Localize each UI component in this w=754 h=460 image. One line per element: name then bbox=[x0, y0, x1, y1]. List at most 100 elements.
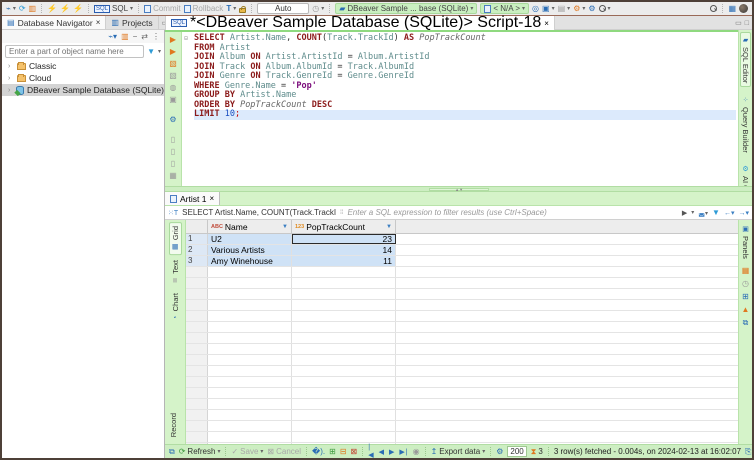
refresh-connections-icon[interactable]: ⟳ bbox=[19, 4, 26, 13]
export-data-button[interactable]: ↥Export data▾ bbox=[431, 447, 486, 456]
cell-name[interactable]: Various Artists bbox=[208, 245, 292, 255]
commit-mode-combo[interactable]: Auto bbox=[257, 3, 309, 14]
fetch-settings-icon[interactable]: ⚙ bbox=[496, 447, 503, 456]
save-button[interactable]: ✓Save▾ bbox=[231, 447, 263, 456]
editor-settings-icon[interactable]: ⚙ bbox=[169, 115, 176, 124]
delete-row-icon[interactable]: ⊠ bbox=[351, 447, 358, 456]
tab-grid[interactable]: ▦Grid bbox=[169, 222, 182, 255]
tab-query-builder[interactable]: ⁘Query Builder bbox=[741, 93, 750, 156]
tab-text[interactable]: ≣Text bbox=[170, 257, 181, 288]
active-connection-selector[interactable]: ▰DBeaver Sample ... base (SQLite)▾ bbox=[335, 3, 477, 14]
output-panel-icon[interactable]: ▣ bbox=[169, 95, 177, 104]
column-header-poptrackcount[interactable]: 123 PopTrackCount ▼ bbox=[292, 220, 396, 233]
perspective-icon[interactable]: ▦ bbox=[728, 4, 736, 13]
metadata-icon[interactable]: ◷ bbox=[742, 280, 749, 288]
tab-database-navigator[interactable]: ▤ Database Navigator × bbox=[2, 16, 106, 29]
connect-icon[interactable]: ⚡ bbox=[47, 4, 57, 13]
apply-filter-button[interactable]: ▶ bbox=[682, 209, 687, 217]
open-connection-icon[interactable]: ▥ bbox=[29, 4, 37, 13]
transaction-log-button[interactable]: ◷▾ bbox=[312, 4, 324, 13]
compare-button[interactable]: ▣▾ bbox=[542, 4, 555, 13]
expand-arrow-icon[interactable]: › bbox=[8, 63, 14, 70]
filter-history-dropdown[interactable]: ▾ bbox=[691, 209, 694, 216]
splitter-handle[interactable]: ▲▼ bbox=[429, 188, 489, 191]
table-row[interactable]: 3 Amy Winehouse 11 bbox=[186, 256, 738, 267]
cell-name[interactable]: U2 bbox=[208, 234, 292, 244]
print-button[interactable]: ▤▾ bbox=[558, 4, 571, 13]
rollback-button[interactable]: Rollback bbox=[184, 4, 224, 13]
disconnect-icon[interactable]: ⚡ bbox=[73, 4, 83, 13]
new-connection-button[interactable]: ⌁▾ bbox=[6, 4, 16, 13]
execute-multiple-icon[interactable]: ▧ bbox=[169, 71, 177, 80]
forward-arrow-icon[interactable]: →▾ bbox=[738, 209, 749, 217]
fetch-size-input[interactable]: 200 bbox=[507, 446, 526, 457]
cell-count[interactable]: 11 bbox=[292, 256, 396, 266]
tab-panels[interactable]: ▣Panels bbox=[741, 222, 750, 262]
first-row-button[interactable]: |◀ bbox=[368, 444, 374, 459]
commit-button[interactable]: Commit bbox=[144, 4, 181, 13]
tree-item-classic[interactable]: › Classic bbox=[2, 60, 164, 72]
status-detail-icon[interactable]: ⎘ bbox=[745, 447, 751, 456]
transaction-mode-button[interactable]: T▾ bbox=[226, 4, 236, 13]
execute-statement-icon[interactable]: ▶ bbox=[170, 35, 176, 44]
open-file-icon[interactable]: ▯ bbox=[171, 159, 175, 168]
schedule-button[interactable]: ⚙▾ bbox=[573, 4, 585, 13]
fetch-all-icon[interactable]: ◉ bbox=[413, 447, 420, 456]
filter-settings-icon[interactable]: ▼ bbox=[712, 208, 720, 217]
filter-input[interactable]: Enter a SQL expression to filter results… bbox=[347, 208, 677, 217]
last-row-button[interactable]: ▶| bbox=[399, 448, 408, 456]
aggregate-icon[interactable]: ▲ bbox=[742, 306, 750, 314]
column-header-name[interactable]: ABC Name ▼ bbox=[208, 220, 292, 233]
sql-code-area[interactable]: ⊟ SELECT Artist.Name, COUNT(Track.TrackI… bbox=[182, 32, 738, 186]
view-menu-icon[interactable]: ⋮ bbox=[152, 32, 160, 41]
new-connection-icon[interactable]: ⌁▾ bbox=[108, 32, 117, 41]
tab-projects[interactable]: ▥ Projects bbox=[106, 16, 158, 29]
tree-item-cloud[interactable]: › Cloud bbox=[2, 72, 164, 84]
reconnect-icon[interactable]: ⚡ bbox=[60, 4, 70, 13]
expand-arrow-icon[interactable]: › bbox=[8, 75, 14, 82]
cancel-button[interactable]: ⊠Cancel bbox=[267, 447, 301, 456]
object-filter-input[interactable] bbox=[5, 45, 144, 58]
quick-search-button[interactable]: ▾ bbox=[599, 5, 611, 12]
collapse-all-icon[interactable]: − bbox=[133, 32, 138, 41]
sql-editor-button[interactable]: SQLSQL▾ bbox=[94, 4, 133, 13]
segment-indicator[interactable]: ⧗3 bbox=[531, 447, 543, 456]
execute-script-icon[interactable]: ▧ bbox=[169, 59, 177, 68]
cell-name[interactable]: Amy Winehouse bbox=[208, 256, 292, 266]
active-schema-selector[interactable]: < N/A >▾ bbox=[480, 3, 529, 14]
add-row-icon[interactable]: ⊞ bbox=[329, 447, 336, 456]
global-search-icon[interactable] bbox=[710, 5, 717, 12]
explain-plan-icon[interactable]: ◍ bbox=[170, 83, 177, 92]
cell-count-focused[interactable]: 23 bbox=[292, 234, 396, 244]
copy-row-icon[interactable]: ⊟ bbox=[340, 447, 347, 456]
user-avatar[interactable] bbox=[739, 4, 748, 13]
sort-dropdown-icon[interactable]: ▼ bbox=[386, 224, 392, 230]
panel-toggle-icon[interactable]: ⧉ bbox=[169, 447, 175, 456]
cell-count[interactable]: 14 bbox=[292, 245, 396, 255]
new-folder-icon[interactable]: ▥ bbox=[121, 32, 129, 41]
next-row-button[interactable]: ▶ bbox=[389, 448, 395, 456]
sort-dropdown-icon[interactable]: ▼ bbox=[282, 224, 288, 230]
tab-chart[interactable]: ◔Chart bbox=[170, 290, 181, 325]
table-row[interactable]: 2 Various Artists 14 bbox=[186, 245, 738, 256]
tab-sql-editor-script[interactable]: SQL *<DBeaver Sample Database (SQLite)> … bbox=[165, 16, 555, 30]
table-row[interactable]: 1 U2 23 bbox=[186, 234, 738, 245]
fold-marker[interactable]: ⊟ bbox=[182, 34, 190, 44]
calc-panel-icon[interactable]: ⊞ bbox=[742, 293, 749, 301]
filter-funnel-icon[interactable]: ▼ bbox=[147, 47, 155, 56]
tab-artist-1[interactable]: Artist 1 × bbox=[165, 192, 220, 205]
back-arrow-icon[interactable]: ←▾ bbox=[724, 209, 735, 217]
tree-item-dbeaver-sample-database[interactable]: › DBeaver Sample Database (SQLite) bbox=[2, 84, 164, 96]
close-icon[interactable]: × bbox=[544, 19, 549, 28]
execute-new-tab-icon[interactable]: ▶ bbox=[170, 47, 176, 56]
script-manager-icon[interactable]: ▦ bbox=[169, 171, 177, 180]
dashboard-icon[interactable]: ◎ bbox=[532, 4, 539, 13]
expand-arrow-icon[interactable]: › bbox=[8, 87, 13, 94]
settings-button[interactable]: ⚙ bbox=[588, 4, 595, 13]
edit-cell-icon[interactable]: �). bbox=[312, 447, 325, 456]
tab-record[interactable]: Record bbox=[168, 410, 179, 440]
close-icon[interactable]: × bbox=[96, 18, 101, 27]
result-grid[interactable]: ABC Name ▼ 123 PopTrackCount ▼ 1 U2 23 bbox=[186, 220, 738, 444]
value-viewer-icon[interactable]: ▦ bbox=[742, 267, 750, 275]
editor-area-minmax[interactable]: ▭□ bbox=[735, 16, 749, 30]
